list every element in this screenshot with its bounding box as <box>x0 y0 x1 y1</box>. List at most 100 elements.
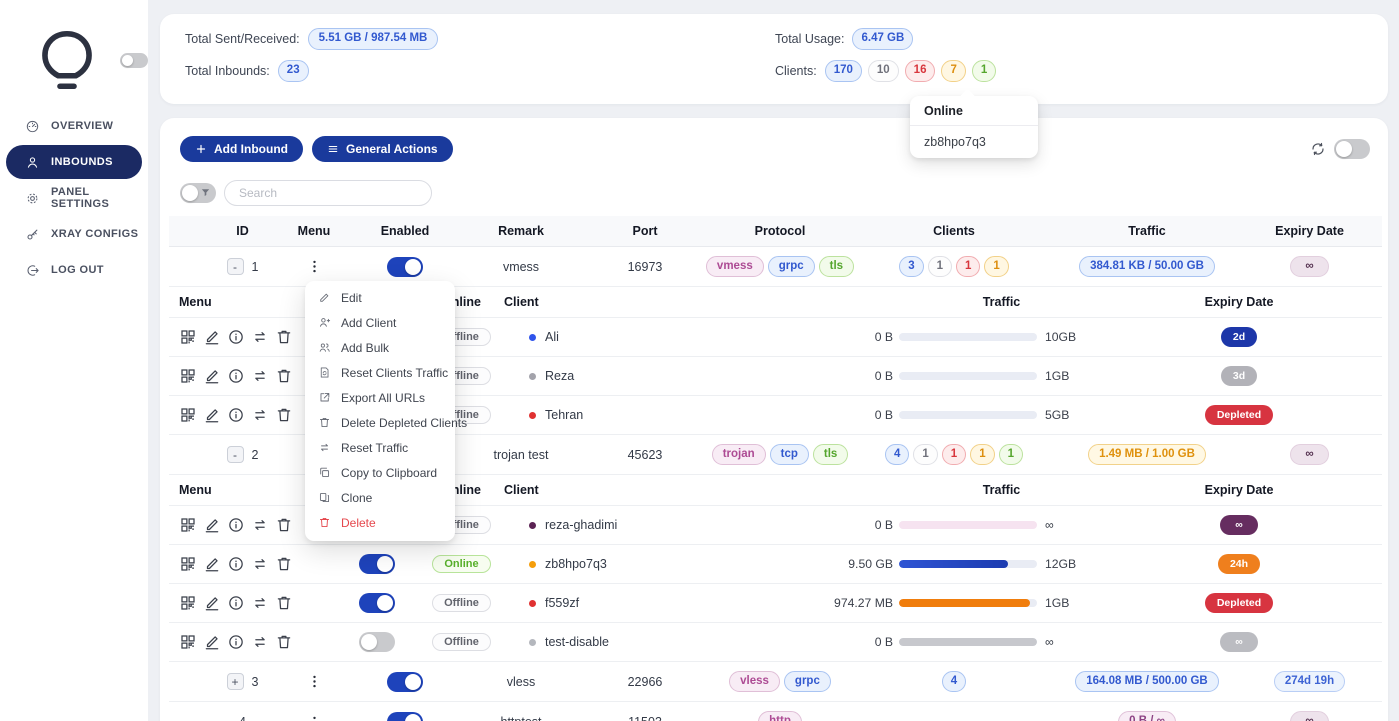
traffic-bar <box>899 560 1037 568</box>
qrcode-icon[interactable] <box>179 367 197 385</box>
clients-expiring-badge[interactable]: 7 <box>941 60 965 82</box>
stats-left: Total Sent/Received: 5.51 GB / 987.54 MB… <box>160 27 775 104</box>
client-row-f559zf: Offline f559zf 974.27 MB 1GB Depleted <box>169 584 1382 623</box>
client-name: reza-ghadimi <box>545 518 617 532</box>
delete-icon[interactable] <box>275 594 293 612</box>
reset-traffic-icon[interactable] <box>251 633 269 651</box>
client-enabled-toggle[interactable] <box>359 632 395 652</box>
auto-refresh-toggle[interactable] <box>1334 139 1370 159</box>
row-menu-button[interactable] <box>306 673 323 690</box>
qrcode-icon[interactable] <box>179 406 197 424</box>
info-icon[interactable] <box>227 633 245 651</box>
enabled-toggle[interactable] <box>387 257 423 277</box>
reset-traffic-icon[interactable] <box>251 406 269 424</box>
reset-traffic-icon[interactable] <box>251 328 269 346</box>
menu-item-add-bulk[interactable]: Add Bulk <box>305 335 455 360</box>
delete-icon[interactable] <box>275 633 293 651</box>
sidebar-item-overview[interactable]: OVERVIEW <box>0 108 148 144</box>
edit-icon[interactable] <box>203 516 221 534</box>
qrcode-icon[interactable] <box>179 328 197 346</box>
delete-icon[interactable] <box>275 328 293 346</box>
expiry-badge: 274d 19h <box>1274 671 1345 693</box>
delete-icon[interactable] <box>275 516 293 534</box>
online-popover: Online zb8hpo7q3 <box>910 96 1038 158</box>
delete-icon[interactable] <box>275 555 293 573</box>
info-icon[interactable] <box>227 594 245 612</box>
clients-total-badge[interactable]: 170 <box>825 60 862 82</box>
row-menu-button[interactable] <box>306 258 323 275</box>
sidebar-item-label: PANEL SETTINGS <box>51 186 148 210</box>
info-icon[interactable] <box>227 516 245 534</box>
edit-icon <box>318 291 331 304</box>
menu-item-reset-clients-traffic[interactable]: Reset Clients Traffic <box>305 360 455 385</box>
info-icon[interactable] <box>227 328 245 346</box>
refresh-icon[interactable] <box>1310 141 1326 157</box>
client-dot <box>529 412 536 419</box>
enabled-toggle[interactable] <box>387 672 423 692</box>
clients-label: Clients: <box>775 64 817 78</box>
menu-item-delete[interactable]: Delete <box>305 510 455 535</box>
menu-item-reset-traffic[interactable]: Reset Traffic <box>305 435 455 460</box>
header-expiry: Expiry Date <box>1240 224 1379 238</box>
qrcode-icon[interactable] <box>179 633 197 651</box>
traffic-bar <box>899 599 1037 607</box>
add-inbound-button[interactable]: Add Inbound <box>180 136 303 162</box>
header-enabled: Enabled <box>352 224 458 238</box>
edit-icon[interactable] <box>203 594 221 612</box>
qrcode-icon[interactable] <box>179 594 197 612</box>
reset-traffic-icon[interactable] <box>251 367 269 385</box>
port: 22966 <box>584 675 706 689</box>
sidebar-item-panel-settings[interactable]: PANEL SETTINGS <box>0 180 148 216</box>
app: OVERVIEW INBOUNDS PANEL SETTINGS XRAY CO… <box>0 0 1399 721</box>
edit-icon[interactable] <box>203 633 221 651</box>
menu-item-delete-depleted-clients[interactable]: Delete Depleted Clients <box>305 410 455 435</box>
reset-traffic-icon[interactable] <box>251 594 269 612</box>
count-badge: 1 <box>928 256 952 278</box>
collapse-button[interactable]: - <box>227 258 244 275</box>
menu-item-clone[interactable]: Clone <box>305 485 455 510</box>
clients-online-badge[interactable]: 1 <box>972 60 996 82</box>
client-name: zb8hpo7q3 <box>545 557 607 571</box>
sidebar-item-logout[interactable]: LOG OUT <box>0 252 148 288</box>
enabled-toggle[interactable] <box>387 712 423 721</box>
general-actions-button[interactable]: General Actions <box>312 136 453 162</box>
clients-depleted-badge[interactable]: 16 <box>905 60 936 82</box>
menu-item-copy-to-clipboard[interactable]: Copy to Clipboard <box>305 460 455 485</box>
client-enabled-toggle[interactable] <box>359 593 395 613</box>
client-enabled-toggle[interactable] <box>359 554 395 574</box>
qrcode-icon[interactable] <box>179 555 197 573</box>
client-traffic: 0 B ∞ <box>849 518 1154 533</box>
edit-icon[interactable] <box>203 406 221 424</box>
collapse-button[interactable]: - <box>227 446 244 463</box>
row-menu-button[interactable] <box>306 714 323 721</box>
total-inbounds-label: Total Inbounds: <box>185 64 270 78</box>
clone-icon <box>318 491 331 504</box>
expand-button[interactable]: + <box>227 673 244 690</box>
info-icon[interactable] <box>227 555 245 573</box>
client-expiry-badge: ∞ <box>1220 515 1258 535</box>
toolbar-right <box>1310 139 1370 159</box>
traffic-badge: 164.08 MB / 500.00 GB <box>1075 671 1218 693</box>
search-input[interactable] <box>224 180 432 206</box>
clients-deactive-badge[interactable]: 10 <box>868 60 899 82</box>
menu-item-add-client[interactable]: Add Client <box>305 310 455 335</box>
qrcode-icon[interactable] <box>179 516 197 534</box>
reset-traffic-icon[interactable] <box>251 555 269 573</box>
theme-toggle[interactable] <box>120 53 148 68</box>
filter-toggle[interactable] <box>180 183 216 203</box>
edit-icon[interactable] <box>203 328 221 346</box>
client-traffic: 9.50 GB 12GB <box>849 557 1154 572</box>
info-icon[interactable] <box>227 406 245 424</box>
menu-item-edit[interactable]: Edit <box>305 285 455 310</box>
info-icon[interactable] <box>227 367 245 385</box>
protocol-badge: http <box>758 711 802 721</box>
menu-item-export-all-urls[interactable]: Export All URLs <box>305 385 455 410</box>
edit-icon[interactable] <box>203 367 221 385</box>
edit-icon[interactable] <box>203 555 221 573</box>
delete-icon[interactable] <box>275 367 293 385</box>
sidebar-item-xray-configs[interactable]: XRAY CONFIGS <box>0 216 148 252</box>
delete-icon[interactable] <box>275 406 293 424</box>
sidebar-item-inbounds[interactable]: INBOUNDS <box>6 145 142 179</box>
client-count-cell: 4 1 1 1 1 <box>854 444 1054 466</box>
reset-traffic-icon[interactable] <box>251 516 269 534</box>
